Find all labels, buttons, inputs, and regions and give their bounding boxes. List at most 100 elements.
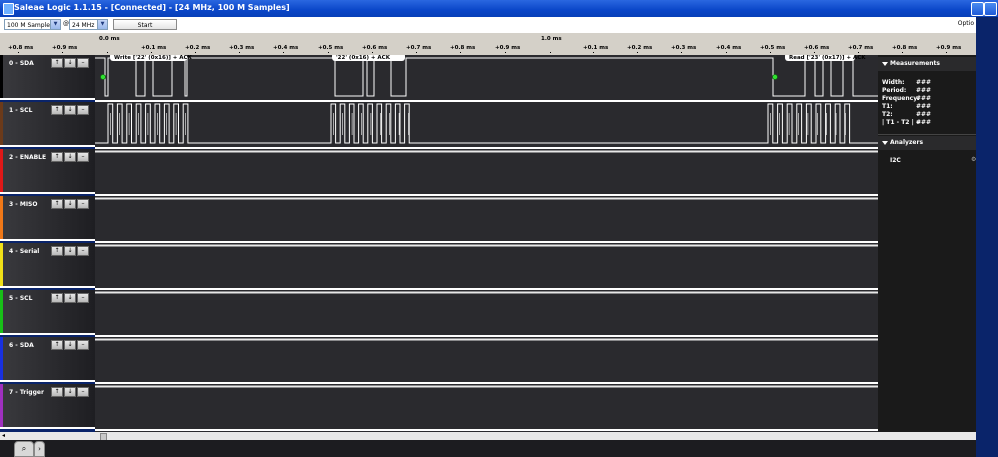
channel-buttons: ↑ ↓ –	[51, 152, 89, 162]
measurement-value: ###	[916, 111, 932, 118]
horizontal-scrollbar[interactable]: ◂	[0, 432, 976, 441]
minimize-icon[interactable]: –	[77, 387, 89, 397]
time-tick-mark	[62, 52, 63, 53]
time-tick-label: +0.2 ms	[627, 45, 653, 51]
time-tick-mark	[637, 52, 638, 53]
measurement-label: T1:	[882, 103, 893, 110]
falling-edge-icon[interactable]: ↓	[64, 105, 76, 115]
minimize-icon[interactable]: –	[77, 199, 89, 209]
channel-divider	[95, 335, 878, 337]
measurement-value: ###	[916, 87, 932, 94]
measurement-label: Width:	[882, 79, 905, 86]
channel-label[interactable]: 2 - ENABLE ↑ ↓ –	[0, 149, 95, 194]
rising-edge-icon[interactable]: ↑	[51, 293, 63, 303]
rising-edge-icon[interactable]: ↑	[51, 58, 63, 68]
time-tick-mark	[460, 52, 461, 53]
chevron-down-icon[interactable]: ▼	[97, 20, 107, 29]
channel-label[interactable]: 6 - SDA ↑ ↓ –	[0, 337, 95, 382]
app-icon	[3, 3, 14, 15]
channel-buttons: ↑ ↓ –	[51, 199, 89, 209]
time-tick-label: +0.6 ms	[362, 45, 388, 51]
channel-name: 5 - SCL	[9, 295, 33, 302]
channel-color-strip	[0, 384, 3, 427]
channel-label[interactable]: 4 - Serial ↑ ↓ –	[0, 243, 95, 288]
time-tick-label: +0.8 ms	[450, 45, 476, 51]
samples-select[interactable]: 100 M Samples ▼	[4, 19, 61, 30]
options-menu[interactable]: Optio	[958, 20, 974, 27]
channel-name: 1 - SCL	[9, 107, 33, 114]
rising-edge-icon[interactable]: ↑	[51, 340, 63, 350]
falling-edge-icon[interactable]: ↓	[64, 246, 76, 256]
falling-edge-icon[interactable]: ↓	[64, 293, 76, 303]
time-tick-label: +0.9 ms	[936, 45, 962, 51]
channel-label[interactable]: 5 - SCL ↑ ↓ –	[0, 290, 95, 335]
time-tick-mark	[814, 52, 815, 53]
channel-color-strip	[0, 290, 3, 333]
channel-name: 7 - Trigger	[9, 389, 44, 396]
channel-buttons: ↑ ↓ –	[51, 387, 89, 397]
collapse-icon	[882, 141, 888, 145]
time-tick-mark	[858, 52, 859, 53]
time-ruler[interactable]: 0.0 ms 1.0 ms +0.8 ms +0.9 ms +0.1 ms +0.2 …	[0, 33, 976, 55]
time-tick-label: +0.3 ms	[671, 45, 697, 51]
channel-name: 6 - SDA	[9, 342, 34, 349]
window-title: Saleae Logic 1.1.15 - [Connected] - [24 …	[14, 3, 290, 12]
falling-edge-icon[interactable]: ↓	[64, 58, 76, 68]
bottom-tabs: ⌕ ›	[0, 440, 976, 457]
analyzer-item[interactable]: I2C	[890, 157, 901, 164]
rising-edge-icon[interactable]: ↑	[51, 152, 63, 162]
samples-value: 100 M Samples	[7, 22, 54, 29]
falling-edge-icon[interactable]: ↓	[64, 340, 76, 350]
chevron-right-icon[interactable]: ›	[34, 441, 45, 457]
measurements-header[interactable]: Measurements	[878, 57, 976, 71]
time-main-label: 1.0 ms	[541, 36, 562, 42]
time-tick-label: +0.9 ms	[495, 45, 521, 51]
channel-label[interactable]: 0 - SDA ↑ ↓ –	[0, 55, 95, 100]
rising-edge-icon[interactable]: ↑	[51, 105, 63, 115]
channel-label[interactable]: 1 - SCL ↑ ↓ –	[0, 102, 95, 147]
minimize-window-button[interactable]	[971, 2, 984, 16]
minimize-icon[interactable]: –	[77, 152, 89, 162]
time-tick-label: +0.7 ms	[848, 45, 874, 51]
search-icon[interactable]: ⌕	[14, 441, 34, 457]
analyzers-header[interactable]: Analyzers	[878, 136, 976, 150]
rate-select[interactable]: 24 MHz ▼	[69, 19, 108, 30]
channel-label[interactable]: 7 - Trigger ↑ ↓ –	[0, 384, 95, 429]
rising-edge-icon[interactable]: ↑	[51, 246, 63, 256]
falling-edge-icon[interactable]: ↓	[64, 199, 76, 209]
channel-color-strip	[0, 149, 3, 192]
time-tick-label: +0.7 ms	[406, 45, 432, 51]
channel-name: 4 - Serial	[9, 248, 40, 255]
minimize-icon[interactable]: –	[77, 340, 89, 350]
start-button[interactable]: Start	[113, 19, 177, 30]
minimize-icon[interactable]: –	[77, 105, 89, 115]
falling-edge-icon[interactable]: ↓	[64, 152, 76, 162]
falling-edge-icon[interactable]: ↓	[64, 387, 76, 397]
time-tick-mark	[151, 52, 152, 53]
time-tick-mark	[195, 52, 196, 53]
maximize-window-button[interactable]	[984, 2, 997, 16]
channel-divider	[95, 241, 878, 243]
channel-divider	[95, 100, 878, 102]
gear-icon[interactable]: ⚙	[971, 156, 976, 163]
minimize-icon[interactable]: –	[77, 246, 89, 256]
measurement-value: ###	[916, 103, 932, 110]
minimize-icon[interactable]: –	[77, 293, 89, 303]
window-edge	[976, 17, 998, 457]
channel-color-strip	[0, 55, 3, 98]
minimize-icon[interactable]: –	[77, 58, 89, 68]
start-marker	[772, 74, 778, 80]
rising-edge-icon[interactable]: ↑	[51, 387, 63, 397]
time-tick-mark	[416, 52, 417, 53]
waveform-area[interactable]: Write ['22' (0x16)] + ACK '22' (0x16) + A…	[95, 55, 878, 432]
rising-edge-icon[interactable]: ↑	[51, 199, 63, 209]
start-marker	[100, 74, 106, 80]
channel-divider	[95, 147, 878, 149]
chevron-down-icon[interactable]: ▼	[50, 20, 60, 29]
time-tick-mark	[902, 52, 903, 53]
channel-buttons: ↑ ↓ –	[51, 246, 89, 256]
channel-divider	[95, 288, 878, 290]
channel-color-strip	[0, 102, 3, 145]
channel-label[interactable]: 3 - MISO ↑ ↓ –	[0, 196, 95, 241]
scroll-left-icon[interactable]: ◂	[2, 432, 5, 439]
